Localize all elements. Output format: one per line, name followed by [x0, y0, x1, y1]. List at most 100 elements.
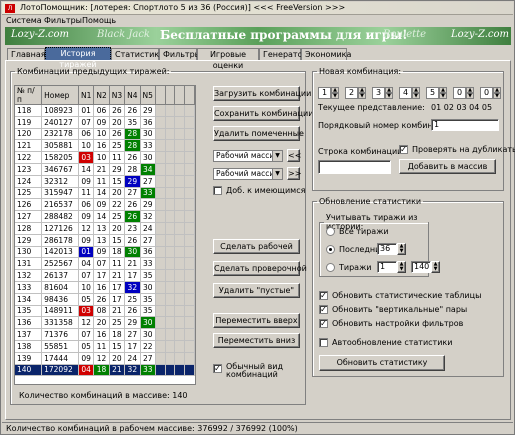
table-row[interactable]: 121 305881 10 16 25 28 33	[15, 139, 195, 153]
cell-ball[interactable]: 21	[109, 364, 126, 377]
cell-ball[interactable]: 09	[78, 352, 95, 365]
cell-index[interactable]: 120	[15, 128, 43, 141]
number-spinner[interactable]: 2 ▲ ▼	[345, 87, 367, 99]
cell-number[interactable]: 148911	[41, 305, 79, 318]
cell-ball[interactable]: 04	[78, 257, 95, 271]
add-to-array-button[interactable]: Добавить в массив	[399, 159, 496, 174]
cell-ball[interactable]: 11	[109, 151, 126, 164]
cell-ball[interactable]: 06	[78, 198, 95, 212]
cell-number[interactable]: 108923	[41, 104, 79, 117]
cell-ball[interactable]: 14	[93, 210, 110, 223]
last-draws-radio[interactable]	[326, 245, 335, 254]
number-spinner[interactable]: 0 ▲ ▼	[480, 87, 502, 99]
cell-ball[interactable]: 29	[124, 316, 141, 330]
cell-ball[interactable]: 29	[140, 104, 156, 117]
cell-ball[interactable]: 12	[78, 222, 95, 235]
spinner-value[interactable]: 0	[453, 87, 466, 99]
number-spinner[interactable]: 3 ▲ ▼	[372, 87, 394, 99]
cell-index[interactable]: 119	[15, 116, 43, 129]
cell-number[interactable]: 346767	[41, 163, 79, 176]
move-left-button[interactable]: <<	[287, 149, 301, 162]
cell-ball[interactable]: 12	[93, 352, 110, 365]
cell-ball[interactable]: 03	[78, 305, 95, 318]
cell-index[interactable]: 118	[15, 104, 43, 117]
col-n1[interactable]: N1	[78, 86, 95, 105]
cell-ball[interactable]: 27	[124, 328, 141, 341]
cell-ball[interactable]: 36	[140, 116, 156, 129]
combos-grid[interactable]: № п/п Номер N1 N2 N3 N4 N5 118 108923 01 06…	[14, 85, 196, 385]
cell-index[interactable]: 123	[15, 163, 43, 176]
cell-number[interactable]: 232178	[41, 128, 79, 141]
cell-ball[interactable]: 25	[109, 316, 126, 330]
cell-ball[interactable]: 14	[78, 163, 95, 176]
cell-ball[interactable]: 17	[93, 269, 110, 282]
cell-ball[interactable]: 22	[109, 198, 126, 212]
move-up-button[interactable]: Переместить вверх	[213, 313, 300, 328]
cell-ball[interactable]: 30	[140, 316, 156, 330]
cell-ball[interactable]: 26	[124, 210, 141, 223]
table-row[interactable]: 138 55851 05 11 15 17 22	[15, 340, 195, 353]
cell-ball[interactable]: 10	[78, 281, 95, 294]
cell-number[interactable]: 331358	[41, 316, 79, 330]
table-row[interactable]: 118 108923 01 06 26 26 29	[15, 104, 195, 117]
cell-index[interactable]: 140	[15, 364, 43, 377]
table-row[interactable]: 129 286178 09 13 15 26 27	[15, 234, 195, 247]
update-stats-button[interactable]: Обновить статистику	[319, 355, 445, 371]
table-row[interactable]: 135 148911 03 08 21 26 35	[15, 305, 195, 318]
spinner-value[interactable]: 1	[318, 87, 331, 99]
update-filters-checkbox[interactable]: ✓	[319, 319, 328, 328]
all-draws-radio[interactable]	[326, 227, 335, 236]
cell-ball[interactable]: 13	[93, 234, 110, 247]
cell-ball[interactable]: 24	[124, 352, 141, 365]
cell-ball[interactable]: 12	[78, 316, 95, 330]
cell-ball[interactable]: 07	[78, 269, 95, 282]
table-row[interactable]: 120 232178 06 10 26 28 30	[15, 128, 195, 141]
table-row[interactable]: 137 71376 07 16 18 27 30	[15, 328, 195, 341]
cell-index[interactable]: 122	[15, 151, 43, 164]
cell-ball[interactable]: 03	[78, 151, 95, 164]
cell-index[interactable]: 130	[15, 246, 43, 259]
move-right-button[interactable]: >>	[287, 167, 301, 180]
cell-index[interactable]: 124	[15, 175, 43, 188]
cell-ball[interactable]: 28	[124, 139, 141, 153]
update-pairs-checkbox[interactable]: ✓	[319, 305, 328, 314]
col-n3[interactable]: N3	[109, 86, 126, 105]
cell-ball[interactable]: 32	[124, 364, 141, 377]
cell-ball[interactable]: 10	[93, 128, 110, 141]
cell-ball[interactable]: 35	[140, 305, 156, 318]
cell-number[interactable]: 286178	[41, 234, 79, 247]
add-existing-checkbox[interactable]	[213, 186, 222, 195]
col-n2[interactable]: N2	[93, 86, 110, 105]
cell-ball[interactable]: 09	[93, 198, 110, 212]
cell-ball[interactable]: 15	[109, 340, 126, 353]
cell-ball[interactable]: 26	[93, 293, 110, 306]
cell-ball[interactable]: 07	[78, 116, 95, 129]
cell-ball[interactable]: 11	[93, 175, 110, 188]
table-row[interactable]: 140 172092 04 18 21 32 33	[15, 364, 195, 377]
cell-ball[interactable]: 20	[109, 116, 126, 129]
cell-ball[interactable]: 07	[78, 328, 95, 341]
menu-help[interactable]: Помощь	[82, 16, 116, 25]
cell-ball[interactable]: 26	[124, 234, 141, 247]
last-count-input[interactable]: 36	[377, 243, 397, 255]
table-row[interactable]: 122 158205 03 10 11 26 30	[15, 151, 195, 164]
arrow-down-icon[interactable]: ▼	[439, 93, 447, 99]
range-from-input[interactable]: 1	[377, 261, 397, 273]
ad-banner[interactable]: Lozy-Z.com Black Jack Бесплатные програм…	[5, 27, 511, 45]
table-row[interactable]: 139 17444 09 12 20 24 27	[15, 352, 195, 365]
combo-string-input[interactable]	[318, 160, 391, 174]
make-working-button[interactable]: Сделать рабочей	[213, 239, 300, 254]
menu-filters[interactable]: Фильтры	[44, 16, 82, 25]
cell-ball[interactable]: 20	[109, 352, 126, 365]
range-from-spin[interactable]: ▲ ▼	[397, 261, 406, 273]
col-n4[interactable]: N4	[124, 86, 141, 105]
cell-ball[interactable]: 09	[93, 116, 110, 129]
load-combos-button[interactable]: Загрузить комбинации	[213, 86, 311, 101]
cell-ball[interactable]: 09	[78, 234, 95, 247]
spinner-value[interactable]: 2	[345, 87, 358, 99]
cell-index[interactable]: 139	[15, 352, 43, 365]
cell-ball[interactable]: 33	[140, 364, 156, 377]
cell-ball[interactable]: 17	[109, 293, 126, 306]
table-row[interactable]: 134 98436 05 26 17 25 35	[15, 293, 195, 306]
cell-ball[interactable]: 21	[109, 305, 126, 318]
